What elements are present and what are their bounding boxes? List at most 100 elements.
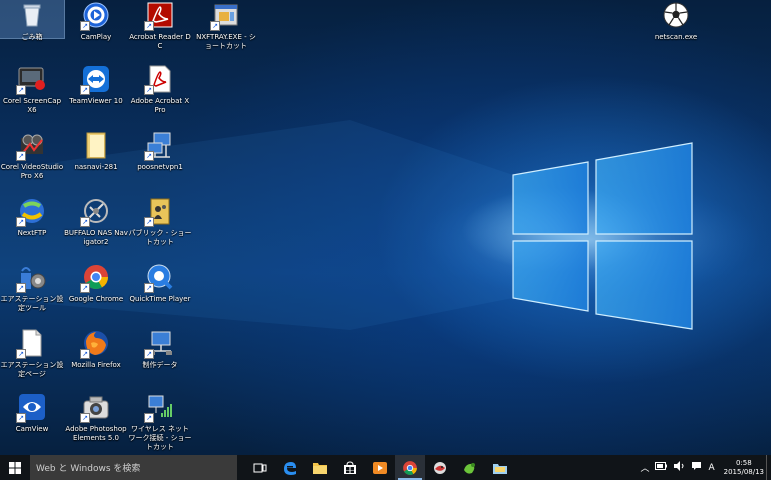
adobe-acrobat-icon: ↗ [144, 64, 175, 95]
edge-icon [284, 461, 296, 475]
icon-label: CamPlay [80, 33, 112, 41]
taskbar-app-bird[interactable] [425, 455, 455, 480]
shortcut-arrow-icon: ↗ [16, 413, 26, 423]
recycle-bin-icon [17, 0, 47, 30]
shortcut-arrow-icon: ↗ [16, 349, 26, 359]
shortcut-arrow-icon: ↗ [144, 413, 154, 423]
icon-label: Mozilla Firefox [71, 361, 121, 369]
desktop-icon-camview[interactable]: ↗ CamView [0, 392, 64, 434]
camplay-icon: ↗ [80, 0, 111, 31]
desktop-icon-nasnavi[interactable]: nasnavi-281 [64, 130, 128, 172]
desktop-icon-airstation-page[interactable]: ↗ エアステーション設定ページ [0, 328, 64, 379]
icon-label: 制作データ [142, 361, 178, 369]
icon-label: nasnavi-281 [74, 163, 118, 171]
shortcut-arrow-icon: ↗ [80, 21, 90, 31]
desktop-icon-public-shortcut[interactable]: ↗ パブリック - ショートカット [128, 196, 192, 247]
shortcut-arrow-icon: ↗ [16, 151, 26, 161]
desktop-icon-camplay[interactable]: ↗ CamPlay [64, 0, 128, 42]
chevron-up-icon[interactable]: ︿ [640, 461, 649, 474]
shortcut-arrow-icon: ↗ [210, 21, 220, 31]
photoshop-elements-icon: ↗ [80, 392, 111, 423]
search-placeholder: Web と Windows を検索 [36, 464, 141, 474]
shortcut-arrow-icon: ↗ [80, 85, 90, 95]
taskbar-app-folder[interactable] [485, 455, 515, 480]
folder-icon [313, 462, 327, 474]
clock[interactable]: 0:58 2015/08/13 [724, 459, 764, 477]
green-app-icon [464, 462, 475, 474]
icon-label: エアステーション設定ツール [0, 295, 64, 312]
desktop-icon-google-chrome[interactable]: ↗ Google Chrome [64, 262, 128, 304]
taskbar-app-green[interactable] [455, 455, 485, 480]
nextftp-icon: ↗ [16, 196, 47, 227]
desktop-icon-corel-videostudio[interactable]: ↗ Corel VideoStudio Pro X6 [0, 130, 64, 181]
shortcut-arrow-icon: ↗ [16, 85, 26, 95]
taskbar: Web と Windows を検索 ︿ A 0:58 2015/08/13 [0, 455, 771, 480]
shortcut-arrow-icon: ↗ [144, 85, 154, 95]
desktop-icon-adobe-acrobat[interactable]: ↗ Adobe Acrobat X Pro [128, 64, 192, 115]
store-icon [344, 460, 356, 474]
icon-label: NXFTRAY.EXE - ショートカット [196, 33, 256, 50]
acrobat-reader-icon: ↗ [144, 0, 175, 31]
desktop-icon-production-data[interactable]: ↗ 制作データ [128, 328, 192, 370]
desktop-icon-nextftp[interactable]: ↗ NextFTP [0, 196, 64, 238]
shortcut-arrow-icon: ↗ [144, 217, 154, 227]
desktop-icon-teamviewer[interactable]: ↗ TeamViewer 10 [64, 64, 128, 106]
folder-app-icon [493, 463, 507, 474]
corel-screencap-icon: ↗ [16, 64, 47, 95]
desktop[interactable]: ごみ箱 ↗ Corel ScreenCap X6 ↗ Corel VideoSt… [0, 0, 771, 455]
taskbar-media-player[interactable] [365, 455, 395, 480]
show-desktop-button[interactable] [766, 455, 771, 480]
taskbar-file-explorer[interactable] [305, 455, 335, 480]
shortcut-arrow-icon: ↗ [16, 283, 26, 293]
teamviewer-icon: ↗ [80, 64, 111, 95]
icon-label: netscan.exe [654, 33, 698, 41]
public-folder-icon: ↗ [144, 196, 175, 227]
icon-label: TeamViewer 10 [69, 97, 123, 105]
desktop-icon-nas-navigator[interactable]: ↗ BUFFALO NAS Navigator2 [64, 196, 128, 247]
search-input[interactable]: Web と Windows を検索 [30, 455, 237, 480]
icon-label: NextFTP [17, 229, 47, 237]
icon-label: ごみ箱 [21, 33, 43, 41]
desktop-icon-quicktime[interactable]: ↗ QuickTime Player [128, 262, 192, 304]
icon-label: パブリック - ショートカット [128, 229, 192, 246]
network-folder-icon: ↗ [144, 328, 175, 359]
icon-label: Adobe Acrobat X Pro [130, 97, 190, 114]
media-player-icon [373, 461, 387, 474]
taskbar-chrome[interactable] [395, 455, 425, 480]
start-button[interactable] [0, 455, 30, 480]
desktop-icon-corel-screencap[interactable]: ↗ Corel ScreenCap X6 [0, 64, 64, 115]
desktop-icon-acrobat-reader[interactable]: ↗ Acrobat Reader DC [128, 0, 192, 51]
folder-icon [81, 130, 111, 160]
icon-label: Adobe Photoshop Elements 5.0 [65, 425, 127, 442]
desktop-icon-firefox[interactable]: ↗ Mozilla Firefox [64, 328, 128, 370]
shortcut-arrow-icon: ↗ [144, 151, 154, 161]
windows-logo-icon [9, 461, 21, 474]
shortcut-arrow-icon: ↗ [80, 413, 90, 423]
icon-label: ワイヤレス ネットワーク接続 - ショートカット [128, 425, 192, 451]
desktop-icon-photoshop-elements[interactable]: ↗ Adobe Photoshop Elements 5.0 [64, 392, 128, 443]
notification-icon[interactable] [691, 461, 702, 474]
nxftray-icon: ↗ [210, 0, 241, 31]
desktop-icon-nxftray[interactable]: ↗ NXFTRAY.EXE - ショートカット [194, 0, 258, 51]
shortcut-arrow-icon: ↗ [144, 283, 154, 293]
icon-label: Corel ScreenCap X6 [2, 97, 62, 114]
taskbar-edge[interactable] [275, 455, 305, 480]
netscan-icon [661, 0, 691, 30]
icon-label: Google Chrome [68, 295, 124, 303]
volume-icon[interactable] [673, 461, 685, 474]
taskbar-store[interactable] [335, 455, 365, 480]
shortcut-arrow-icon: ↗ [144, 349, 154, 359]
bird-app-icon [434, 461, 446, 474]
desktop-icon-airstation-tool[interactable]: ↗ エアステーション設定ツール [0, 262, 64, 313]
icon-label: CamView [15, 425, 49, 433]
desktop-icon-wireless-network[interactable]: ↗ ワイヤレス ネットワーク接続 - ショートカット [128, 392, 192, 452]
network-icon: ↗ [144, 130, 175, 161]
ime-indicator[interactable]: A [708, 463, 714, 473]
icon-label: Acrobat Reader DC [129, 33, 191, 50]
task-view-button[interactable] [245, 455, 275, 480]
battery-icon[interactable] [655, 462, 668, 473]
desktop-icon-recycle-bin[interactable]: ごみ箱 [0, 0, 65, 41]
shortcut-arrow-icon: ↗ [144, 21, 154, 31]
desktop-icon-netscan[interactable]: netscan.exe [644, 0, 708, 42]
desktop-icon-poosnetvpn[interactable]: ↗ poosnetvpn1 [128, 130, 192, 172]
